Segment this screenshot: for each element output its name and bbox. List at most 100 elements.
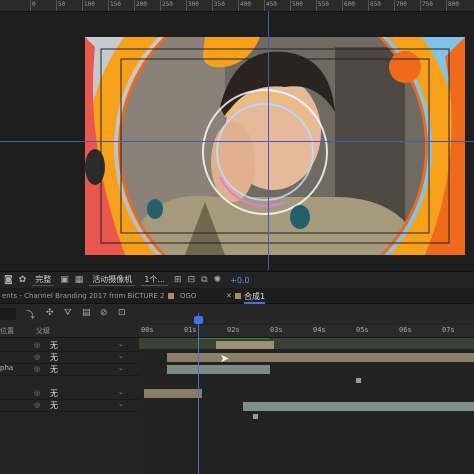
time-ruler-label: 03s bbox=[270, 326, 283, 334]
ruler-tick bbox=[342, 0, 343, 11]
time-ruler-label: 04s bbox=[313, 326, 326, 334]
region-icon-2[interactable]: ⊡ bbox=[118, 308, 126, 318]
ruler-label: 500 bbox=[292, 1, 303, 8]
keyframe[interactable] bbox=[356, 378, 361, 383]
viewer-toolbar: ◙ ✿ 完整 ▣ ▦ 活动摄像机 1个... ⊞ ⊟ ⧉ ✺ +0.0 bbox=[0, 271, 474, 288]
close-icon[interactable]: ✕ bbox=[226, 292, 232, 300]
grid-icon[interactable]: ▦ bbox=[75, 275, 84, 285]
chevron-down-icon[interactable]: ⌄ bbox=[118, 340, 124, 348]
keyframe[interactable] bbox=[253, 414, 258, 419]
layer-column-header: 位置 父级 bbox=[0, 325, 139, 338]
layer-bar[interactable] bbox=[144, 389, 202, 398]
composition-viewer[interactable]: 0 50 100 150 200 250 300 350 400 450 500 550 600 650 7… bbox=[0, 0, 474, 270]
teal-blob bbox=[290, 205, 310, 229]
chevron-down-icon[interactable]: ⌄ bbox=[118, 364, 124, 372]
transparency-grid-icon[interactable]: ⊟ bbox=[188, 275, 196, 285]
pickwhip-icon[interactable]: ◎ bbox=[34, 353, 40, 361]
ruler-label: 0 bbox=[32, 1, 36, 8]
pickwhip-icon[interactable]: ◎ bbox=[34, 401, 40, 409]
parent-select[interactable]: 无 bbox=[50, 400, 58, 411]
horizontal-guide[interactable] bbox=[0, 141, 474, 142]
layer-bar[interactable] bbox=[167, 365, 270, 374]
layer-row[interactable]: ◎ 无 ⌄ bbox=[0, 400, 139, 412]
time-ruler-label: 07s bbox=[442, 326, 455, 334]
graph-editor-icon[interactable]: ▤ bbox=[82, 308, 91, 318]
views-select[interactable]: 1个... bbox=[141, 274, 169, 286]
flowchart-icon[interactable]: ⧉ bbox=[201, 275, 207, 285]
chevron-down-icon[interactable]: ⌄ bbox=[118, 352, 124, 360]
time-ruler-label: 06s bbox=[399, 326, 412, 334]
composition-frame[interactable] bbox=[85, 37, 465, 255]
ruler-tick bbox=[134, 0, 135, 11]
layer-bar[interactable] bbox=[167, 353, 474, 362]
resolution-select[interactable]: 完整 bbox=[32, 274, 55, 286]
ruler-tick bbox=[160, 0, 161, 11]
time-ruler[interactable]: 00s 01s 02s 03s 04s 05s 06s 07s bbox=[139, 325, 474, 338]
ruler-tick bbox=[82, 0, 83, 11]
ruler-label: 650 bbox=[370, 1, 381, 8]
shy-icon[interactable]: ⤵ bbox=[26, 308, 35, 321]
ruler-tick bbox=[56, 0, 57, 11]
ruler-tick bbox=[290, 0, 291, 11]
top-ruler: 0 50 100 150 200 250 300 350 400 450 500 550 600 650 7… bbox=[0, 0, 474, 12]
mouse-cursor-icon: ➤ bbox=[220, 352, 230, 365]
layer-row[interactable]: ◎ 无 ⌄ bbox=[0, 340, 139, 352]
parent-select[interactable]: 无 bbox=[50, 340, 58, 351]
time-ruler-label: 00s bbox=[141, 326, 154, 334]
layer-bar[interactable] bbox=[139, 339, 474, 349]
ruler-label: 700 bbox=[396, 1, 407, 8]
reset-exposure-icon[interactable]: ✺ bbox=[214, 275, 222, 285]
ruler-label: 400 bbox=[240, 1, 251, 8]
camera-icon[interactable]: ◙ bbox=[4, 275, 13, 285]
draft-3d-icon[interactable]: ⊘ bbox=[100, 308, 108, 318]
ruler-tick bbox=[212, 0, 213, 11]
region-icon[interactable]: ▣ bbox=[60, 275, 69, 285]
layer-bar-highlight[interactable] bbox=[216, 341, 274, 349]
ruler-tick bbox=[238, 0, 239, 11]
exposure-value[interactable]: +0.0 bbox=[227, 276, 252, 285]
chevron-down-icon[interactable]: ⌄ bbox=[118, 400, 124, 408]
layer-name: pha bbox=[0, 364, 14, 372]
chevron-down-icon[interactable]: ⌄ bbox=[118, 388, 124, 396]
fast-preview-icon[interactable]: ⊞ bbox=[174, 275, 182, 285]
ruler-tick bbox=[368, 0, 369, 11]
column-parent-header: 父级 bbox=[36, 327, 50, 335]
layer-bar[interactable] bbox=[243, 402, 474, 411]
ruler-tick bbox=[446, 0, 447, 11]
track-area[interactable]: 00s 01s 02s 03s 04s 05s 06s 07s bbox=[139, 325, 474, 474]
motion-blur-icon[interactable]: ⛛ bbox=[64, 308, 72, 318]
vertical-guide[interactable] bbox=[268, 11, 269, 270]
color-icon[interactable]: ✿ bbox=[19, 275, 27, 285]
composition-artwork bbox=[85, 37, 465, 255]
frame-blend-icon[interactable]: ✣ bbox=[46, 308, 54, 318]
playhead-line[interactable] bbox=[198, 313, 199, 474]
layer-row[interactable]: pha ◎ 无 ⌄ bbox=[0, 364, 139, 376]
parent-select[interactable]: 无 bbox=[50, 388, 58, 399]
parent-select[interactable]: 无 bbox=[50, 352, 58, 363]
dark-blob-left bbox=[85, 149, 105, 185]
ruler-label: 800 bbox=[448, 1, 459, 8]
layer-row[interactable]: ◎ 无 ⌄ bbox=[0, 352, 139, 364]
playhead-handle[interactable] bbox=[194, 316, 203, 324]
time-display[interactable] bbox=[0, 308, 16, 320]
active-color-chip bbox=[235, 293, 241, 299]
pickwhip-icon[interactable]: ◎ bbox=[34, 341, 40, 349]
parent-select[interactable]: 无 bbox=[50, 364, 58, 375]
timeline-tabs: ents - Channel Branding 2017 from BiCTUR… bbox=[0, 289, 474, 304]
ruler-label: 300 bbox=[188, 1, 199, 8]
layer-row[interactable]: ◎ 无 ⌄ bbox=[0, 388, 139, 400]
pickwhip-icon[interactable]: ◎ bbox=[34, 389, 40, 397]
ruler-tick bbox=[420, 0, 421, 11]
layer-list: ◎ 无 ⌄ ◎ 无 ⌄ pha ◎ 无 ⌄ ◎ 无 ⌄ ◎ 无 ⌄ bbox=[0, 338, 139, 474]
camera-select[interactable]: 活动摄像机 bbox=[89, 274, 136, 286]
tab-ogo[interactable]: OGO bbox=[180, 292, 196, 300]
time-ruler-label: 05s bbox=[356, 326, 369, 334]
ruler-label: 750 bbox=[422, 1, 433, 8]
ogo-color-chip bbox=[168, 293, 174, 299]
tab-comp1[interactable]: 合成1 bbox=[244, 291, 266, 304]
ruler-tick bbox=[316, 0, 317, 11]
ruler-label: 200 bbox=[136, 1, 147, 8]
pickwhip-icon[interactable]: ◎ bbox=[34, 365, 40, 373]
ruler-label: 150 bbox=[110, 1, 121, 8]
project-tab[interactable]: ents - Channel Branding 2017 from BiCTUR… bbox=[2, 292, 165, 300]
